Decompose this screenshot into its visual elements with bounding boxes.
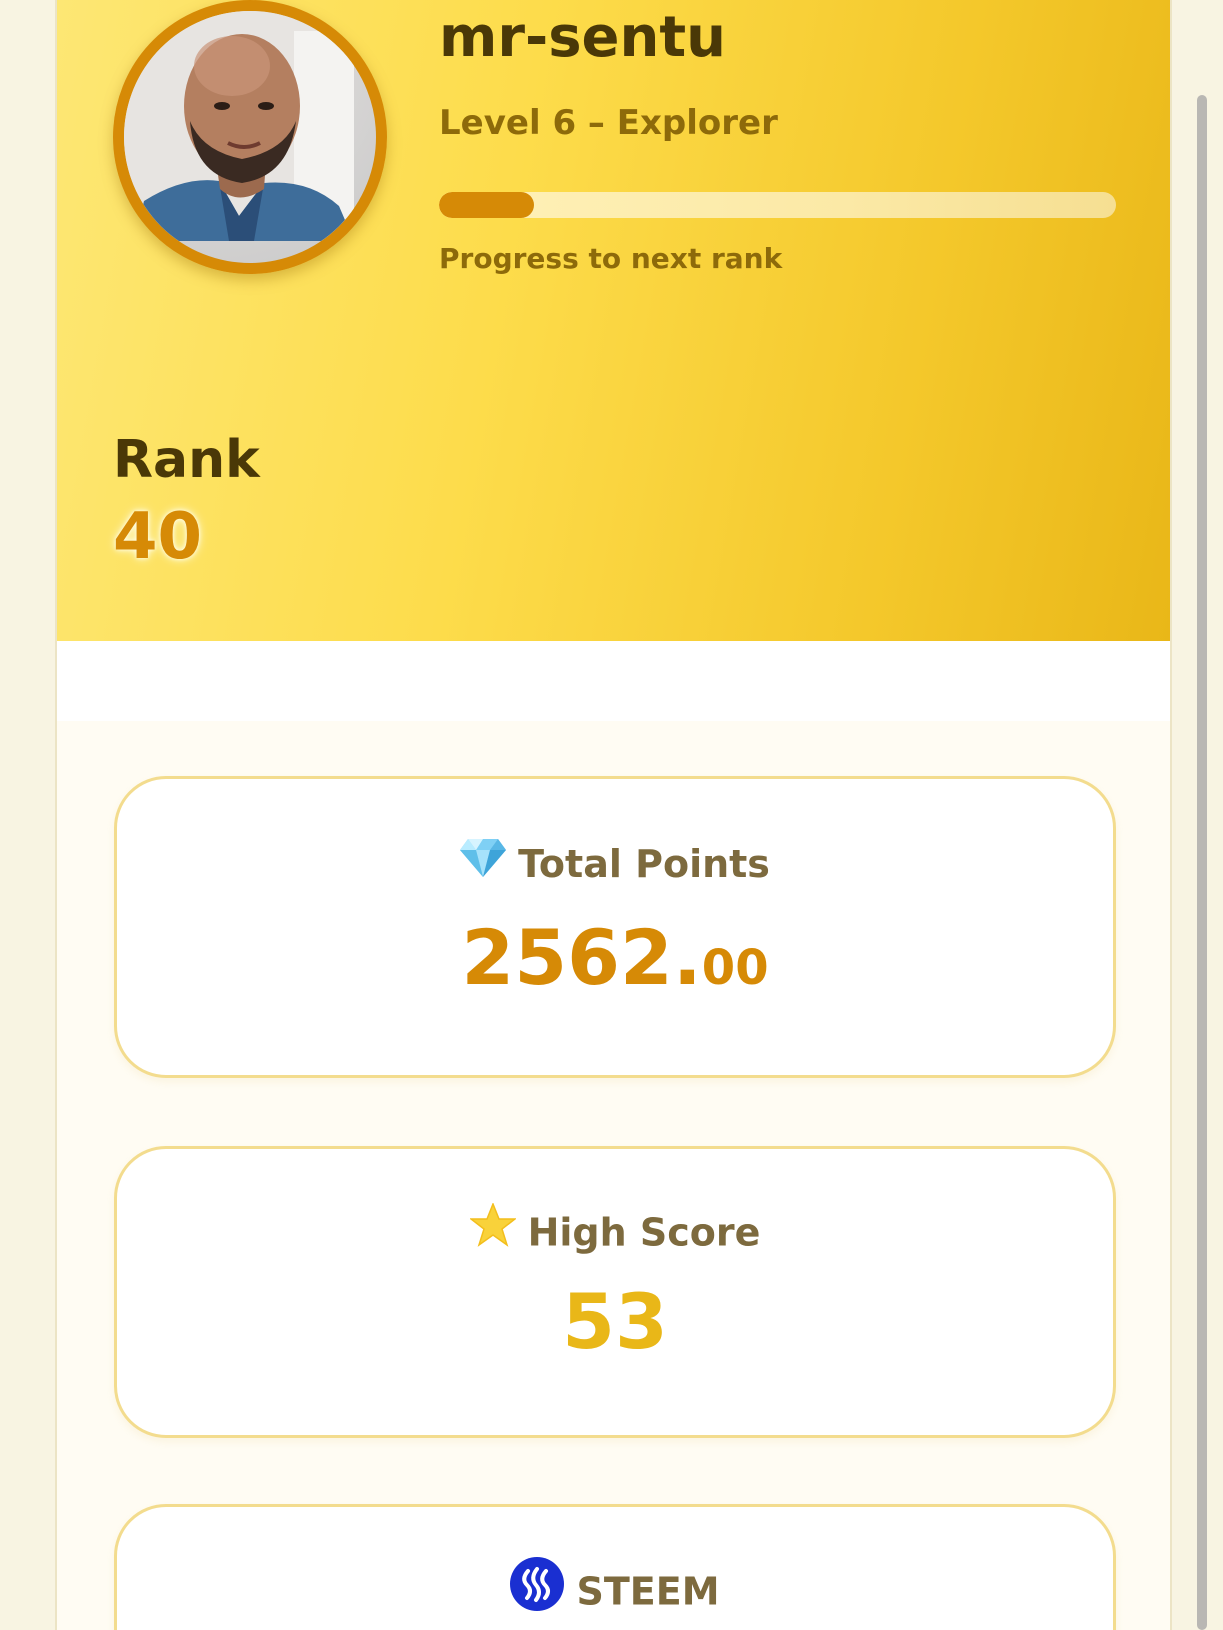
total-points-value: 2562.00 [117, 913, 1113, 1024]
profile-page: mr-sentu Level 6 – Explorer Progress to … [0, 0, 1223, 1630]
rank-progress-fill [439, 192, 534, 218]
high-score-value: 53 [562, 1277, 668, 1366]
rank-label: Rank [113, 430, 260, 490]
total-points-value-main: 2562. [461, 913, 702, 1002]
progress-caption: Progress to next rank [439, 242, 783, 275]
total-points-value-decimal: 00 [701, 940, 769, 996]
username: mr-sentu [439, 5, 727, 70]
profile-header: mr-sentu Level 6 – Explorer Progress to … [57, 0, 1170, 641]
high-score-header: High Score [117, 1201, 1113, 1263]
total-points-header: Total Points [117, 837, 1113, 893]
level-text: Level 6 – Explorer [439, 103, 778, 143]
scrollbar[interactable] [1197, 95, 1207, 1630]
steem-logo-icon [510, 1557, 565, 1623]
profile-card: mr-sentu Level 6 – Explorer Progress to … [55, 0, 1172, 1630]
rank-value: 40 [113, 500, 203, 574]
steem-label: STEEM [576, 1569, 720, 1614]
total-points-card: Total Points 2562.00 [114, 776, 1116, 1078]
total-points-label: Total Points [518, 842, 770, 886]
high-score-label: High Score [527, 1210, 761, 1255]
rank-progress-bar [439, 192, 1116, 218]
star-icon [468, 1201, 517, 1259]
steem-header: STEEM [117, 1557, 1113, 1627]
avatar[interactable] [113, 0, 387, 274]
header-divider-band [57, 641, 1170, 721]
steem-card: STEEM [114, 1504, 1116, 1630]
high-score-card: High Score 53 [114, 1146, 1116, 1438]
diamond-icon [460, 837, 507, 889]
avatar-photo [124, 11, 354, 241]
